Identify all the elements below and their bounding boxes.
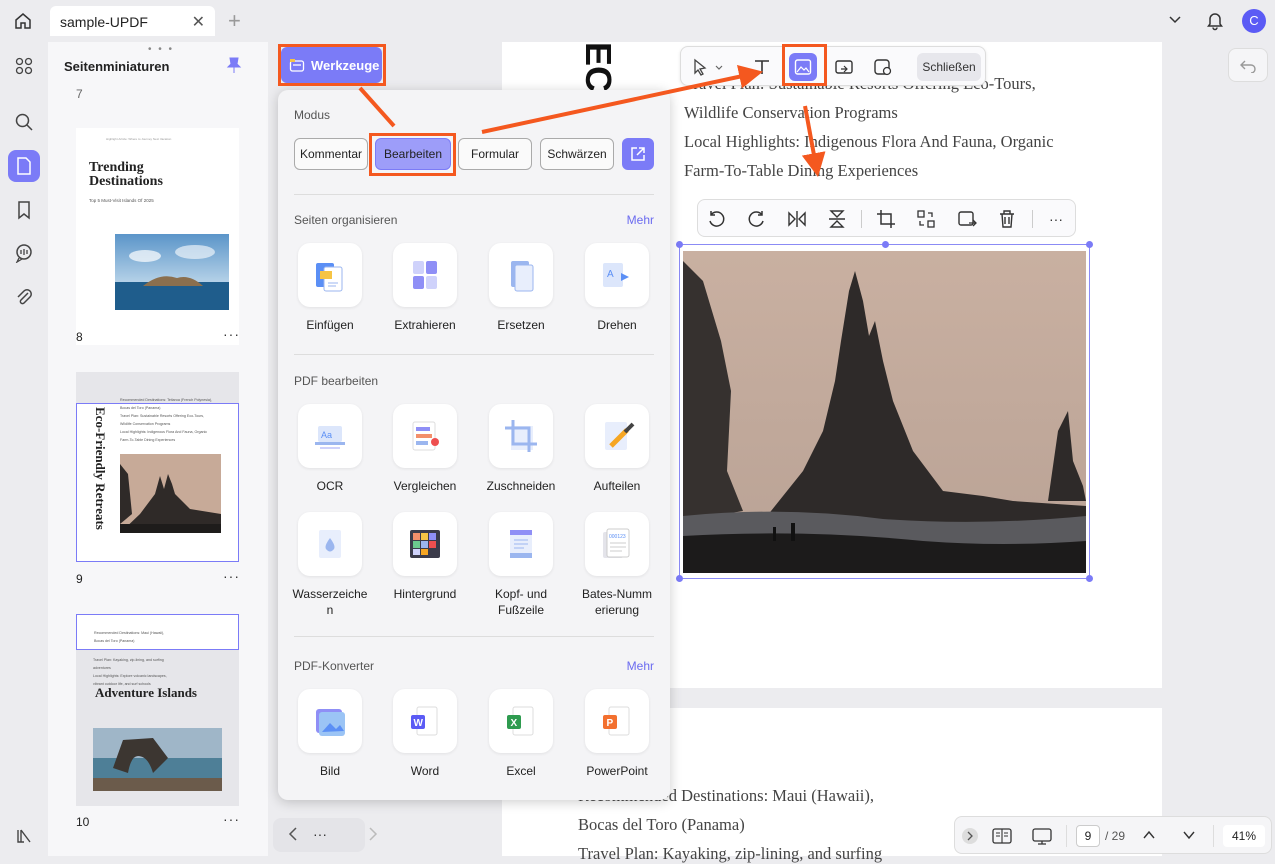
divider — [1066, 825, 1067, 847]
page-nav-bar: 9 / 29 41% — [954, 816, 1272, 854]
expand-icon[interactable] — [962, 828, 978, 844]
thumbnail-nav: ··· — [273, 818, 378, 852]
reading-mode-icon[interactable] — [991, 826, 1013, 851]
page-number-input[interactable]: 9 — [1076, 825, 1100, 847]
chevron-right-icon[interactable] — [367, 826, 379, 847]
nav-more-icon[interactable]: ··· — [313, 826, 327, 842]
zoom-level[interactable]: 41% — [1223, 825, 1265, 847]
annotation-arrows — [358, 64, 826, 178]
page-total: / 29 — [1105, 829, 1126, 843]
presentation-icon[interactable] — [1031, 826, 1053, 851]
divider — [1213, 825, 1214, 847]
chevron-down-icon[interactable] — [1181, 827, 1197, 848]
chevron-left-icon[interactable] — [287, 826, 299, 847]
chevron-up-icon[interactable] — [1141, 827, 1157, 848]
